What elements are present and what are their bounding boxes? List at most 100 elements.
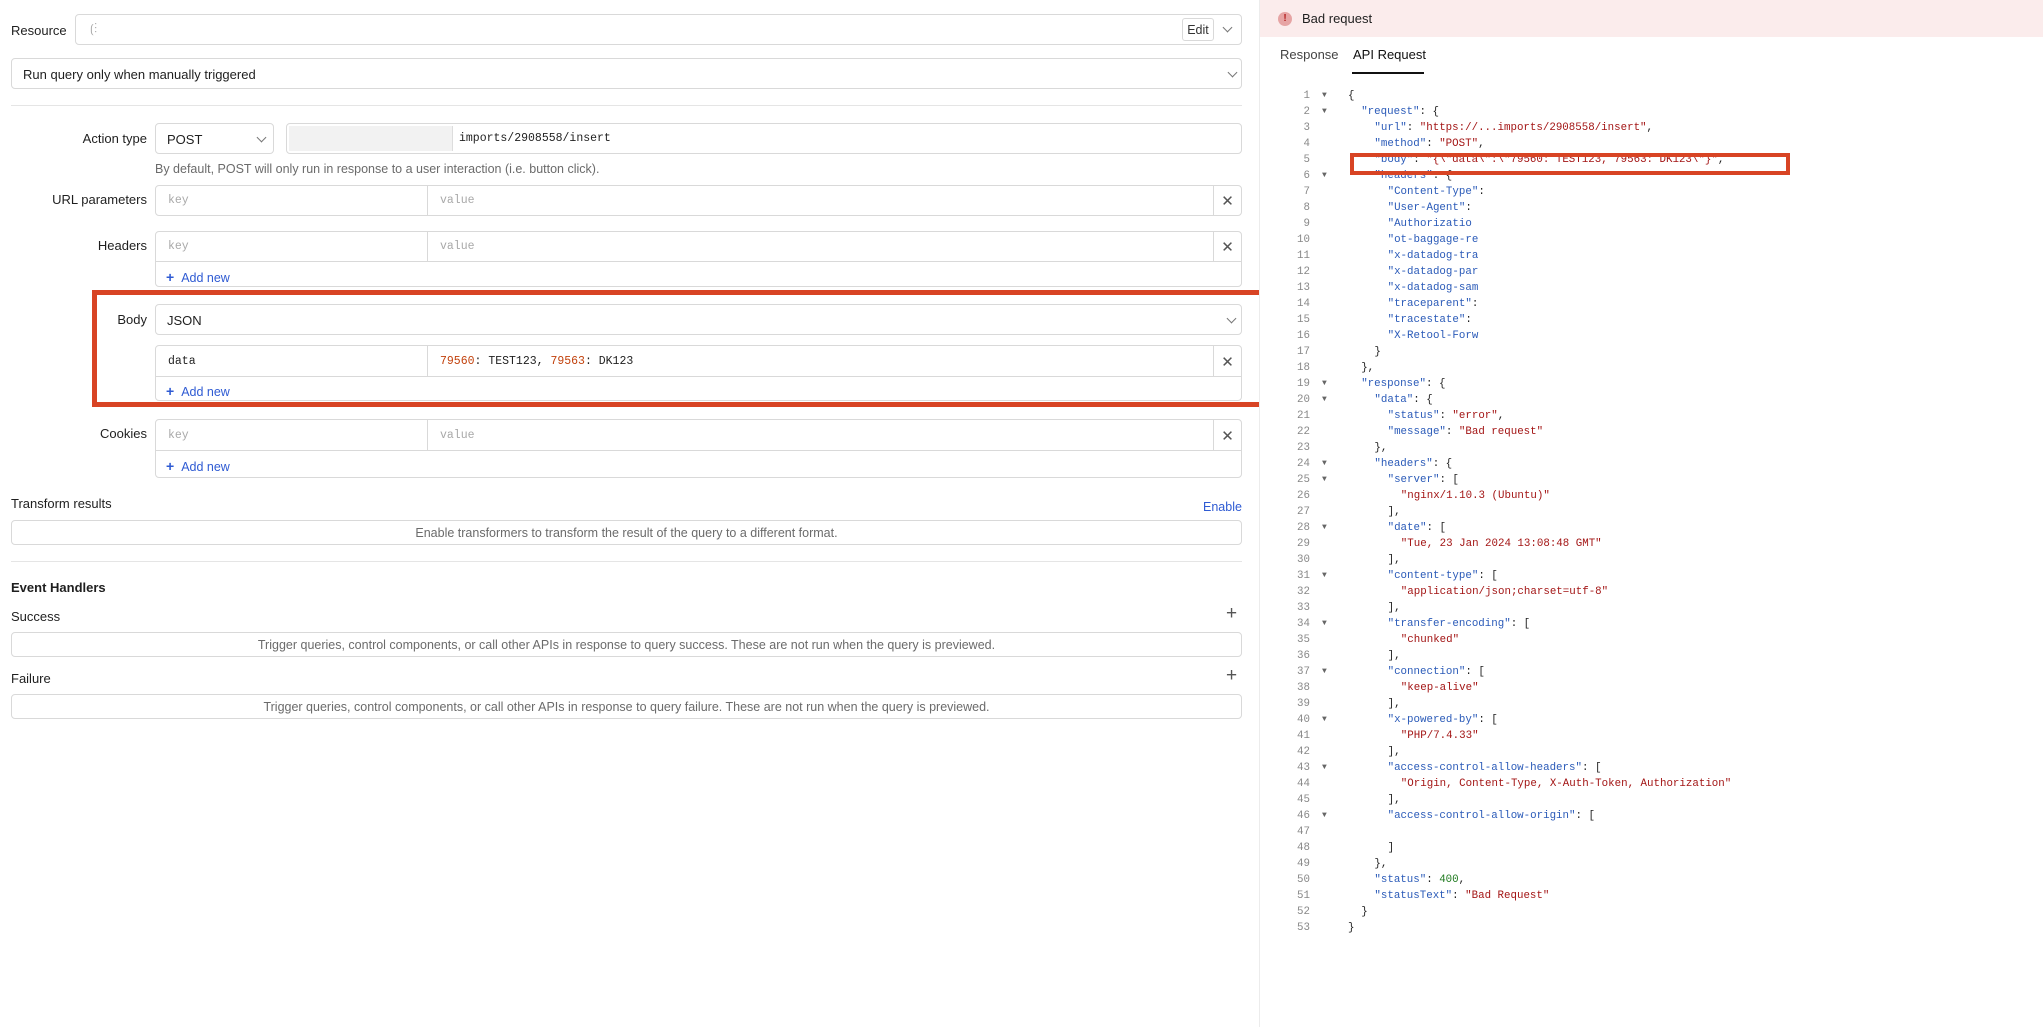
url-input[interactable]: imports/2908558/insert — [286, 123, 1242, 154]
line-number: 24 — [1297, 458, 1310, 470]
code-token: "transfer-encoding" — [1387, 618, 1511, 630]
transform-note: Enable transformers to transform the res… — [415, 526, 838, 540]
enable-transformer-link[interactable]: Enable — [1203, 500, 1242, 514]
header-value-input[interactable]: value — [440, 240, 475, 253]
fold-toggle-icon[interactable]: ▼ — [1322, 520, 1327, 536]
code-token: ], — [1387, 794, 1401, 806]
line-number: 45 — [1297, 794, 1310, 806]
add-success-handler-plus-icon[interactable]: + — [1226, 603, 1237, 625]
line-number: 8 — [1303, 202, 1310, 214]
success-label: Success — [11, 609, 61, 624]
fold-toggle-icon[interactable]: ▼ — [1322, 568, 1327, 584]
fold-toggle-icon[interactable]: ▼ — [1322, 392, 1327, 408]
code-line: 31 ▼ "content-type": [ — [1260, 568, 2043, 584]
url-param-value-input[interactable]: value — [440, 194, 475, 207]
line-number: 28 — [1297, 522, 1310, 534]
code-token: : — [1465, 202, 1472, 214]
code-text: ], — [1388, 792, 1401, 808]
code-line: 2 ▼ "request": { — [1260, 104, 2043, 120]
url-param-key-input[interactable]: key — [168, 194, 189, 207]
code-token: : — [1465, 314, 1472, 326]
code-token: }, — [1361, 362, 1375, 374]
code-text: "response": { — [1361, 376, 1445, 392]
method-select[interactable]: POST — [155, 123, 274, 154]
code-text: ], — [1388, 744, 1401, 760]
code-text: "tracestate": — [1388, 312, 1472, 328]
fold-toggle-icon[interactable]: ▼ — [1322, 456, 1327, 472]
code-text: "content-type": [ — [1388, 568, 1498, 584]
method-chevron-down-icon — [256, 132, 267, 143]
code-text: "keep-alive" — [1401, 680, 1479, 696]
line-number: 22 — [1297, 426, 1310, 438]
event-handlers-title: Event Handlers — [11, 580, 106, 595]
transform-results-label: Transform results — [11, 496, 112, 511]
fold-toggle-icon[interactable]: ▼ — [1322, 376, 1327, 392]
fold-toggle-icon[interactable]: ▼ — [1322, 472, 1327, 488]
fold-toggle-icon[interactable]: ▼ — [1322, 104, 1327, 120]
line-number: 51 — [1297, 890, 1310, 902]
code-token: }, — [1374, 858, 1388, 870]
code-token: "tracestate" — [1387, 314, 1466, 326]
code-line: 11 "x-datadog-tra — [1260, 248, 2043, 264]
cookie-row: key value ✕ — [156, 420, 1241, 451]
fold-toggle-icon[interactable]: ▼ — [1322, 664, 1327, 680]
add-failure-handler-plus-icon[interactable]: + — [1226, 665, 1237, 687]
remove-cookie-close-icon[interactable]: ✕ — [1213, 420, 1241, 451]
cookie-key-input[interactable]: key — [168, 429, 189, 442]
code-token: : — [1445, 426, 1459, 438]
code-text: "Tue, 23 Jan 2024 13:08:48 GMT" — [1401, 536, 1602, 552]
code-token: "PHP/7.4.33" — [1400, 730, 1479, 742]
resource-chevron-down-icon[interactable] — [1222, 22, 1233, 33]
remove-url-param-close-icon[interactable]: ✕ — [1213, 186, 1241, 215]
code-text: { — [1348, 88, 1354, 104]
line-number: 10 — [1297, 234, 1310, 246]
code-token: "application/json;charset=utf-8" — [1400, 586, 1609, 598]
resource-select[interactable]: ⟮⋮ Edit — [75, 14, 1242, 45]
code-token: "access-control-allow-origin" — [1387, 810, 1576, 822]
tab-response[interactable]: Response — [1280, 47, 1339, 62]
code-line: 26 "nginx/1.10.3 (Ubuntu)" — [1260, 488, 2043, 504]
code-text: "data": { — [1374, 392, 1432, 408]
api-response-panel: ! Bad request Response API Request 1 ▼ {2 ▼… — [1259, 0, 2043, 1027]
add-header-button[interactable]: + Add new — [166, 269, 230, 285]
edit-resource-button[interactable]: Edit — [1182, 18, 1214, 41]
code-text: "nginx/1.10.3 (Ubuntu)" — [1401, 488, 1550, 504]
code-token: : — [1426, 138, 1440, 150]
line-number: 7 — [1303, 186, 1310, 198]
cookie-value-input[interactable]: value — [440, 429, 475, 442]
code-token: : [ — [1439, 474, 1459, 486]
fold-toggle-icon[interactable]: ▼ — [1322, 88, 1327, 104]
line-number: 52 — [1297, 906, 1310, 918]
add-cookie-button[interactable]: + Add new — [166, 458, 230, 474]
fold-toggle-icon[interactable]: ▼ — [1322, 712, 1327, 728]
line-number: 14 — [1297, 298, 1310, 310]
code-line: 53} — [1260, 920, 2043, 936]
code-token: "x-powered-by" — [1387, 714, 1479, 726]
line-number: 33 — [1297, 602, 1310, 614]
code-text: "url": "https://...imports/2908558/inser… — [1374, 120, 1653, 136]
run-mode-select[interactable]: Run query only when manually triggered — [11, 58, 1242, 89]
code-token: ], — [1387, 506, 1401, 518]
url-path-text: imports/2908558/insert — [459, 132, 611, 145]
code-text: ], — [1388, 648, 1401, 664]
fold-toggle-icon[interactable]: ▼ — [1322, 616, 1327, 632]
code-token: "User-Agent" — [1387, 202, 1466, 214]
code-token: : — [1426, 874, 1440, 886]
fold-toggle-icon[interactable]: ▼ — [1322, 808, 1327, 824]
fold-toggle-icon[interactable]: ▼ — [1322, 168, 1327, 184]
fold-toggle-icon[interactable]: ▼ — [1322, 760, 1327, 776]
code-token: "Bad Request" — [1465, 890, 1550, 902]
line-number: 23 — [1297, 442, 1310, 454]
remove-header-close-icon[interactable]: ✕ — [1213, 232, 1241, 262]
code-line: 41 "PHP/7.4.33" — [1260, 728, 2043, 744]
post-hint-text: By default, POST will only run in respon… — [155, 162, 600, 176]
line-number: 4 — [1303, 138, 1310, 150]
code-token: , — [1478, 138, 1485, 150]
code-line: 29 "Tue, 23 Jan 2024 13:08:48 GMT" — [1260, 536, 2043, 552]
code-text: "x-datadog-sam — [1388, 280, 1479, 296]
code-token: : — [1452, 890, 1466, 902]
header-key-input[interactable]: key — [168, 240, 189, 253]
headers-group: key value ✕ + Add new — [155, 231, 1242, 287]
action-type-label: Action type — [82, 131, 147, 146]
tab-api-request[interactable]: API Request — [1353, 47, 1426, 62]
